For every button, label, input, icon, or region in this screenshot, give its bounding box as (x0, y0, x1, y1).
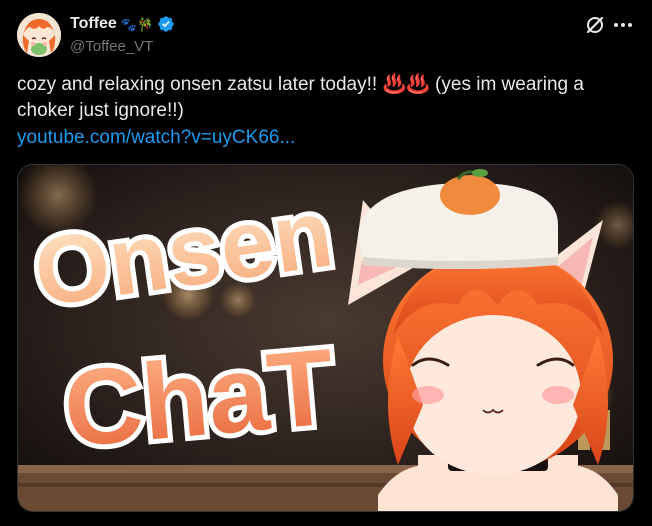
hot-springs-emoji: ♨️♨️ (382, 74, 430, 95)
author-name-row[interactable]: Toffee 🐾🎋 (70, 13, 175, 35)
avatar[interactable] (17, 13, 61, 57)
tweet-text: cozy and relaxing onsen zatsu later toda… (17, 72, 617, 124)
more-icon[interactable] (612, 14, 634, 36)
verified-badge-icon (157, 15, 175, 33)
tweet: Toffee 🐾🎋 @Toffee_VT cozy and relaxing o… (0, 0, 652, 526)
media-thumbnail[interactable]: Onsen ChaT (17, 164, 634, 512)
grok-icon[interactable] (584, 14, 606, 36)
thumbnail-text-line2: ChaT (59, 325, 339, 469)
youtube-link[interactable]: youtube.com/watch?v=uyCK66... (17, 125, 295, 151)
name-emojis: 🐾🎋 (120, 16, 154, 32)
tweet-text-main: cozy and relaxing onsen zatsu later toda… (17, 74, 383, 95)
display-name[interactable]: Toffee (70, 15, 117, 33)
author-handle[interactable]: @Toffee_VT (70, 38, 153, 55)
